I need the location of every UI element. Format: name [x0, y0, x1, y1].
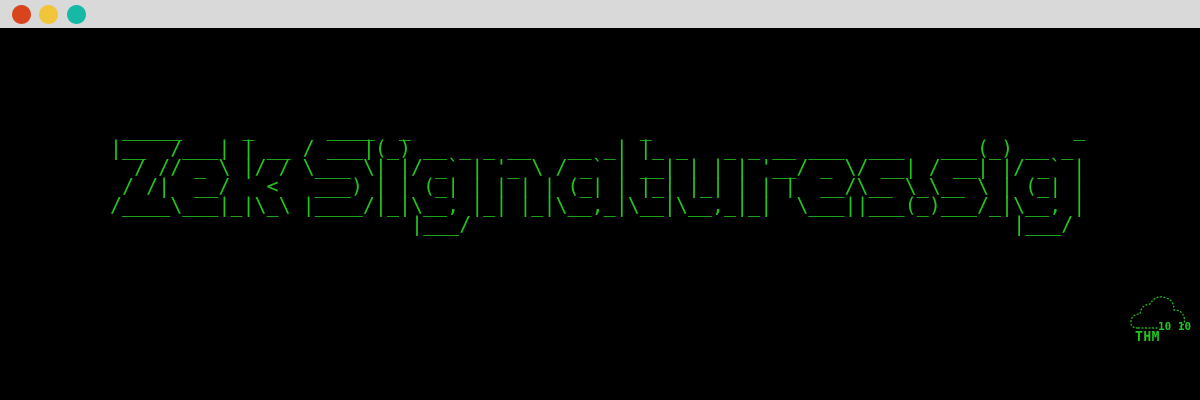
ascii-banner: _____ _ ____ _ _ _ |__ /___| | __ / ___|… [110, 117, 1086, 236]
close-button[interactable] [12, 5, 31, 24]
maximize-button[interactable] [67, 5, 86, 24]
logo-binary: 10 10 [1158, 320, 1191, 333]
logo-label: THM [1135, 330, 1160, 345]
title-bar [0, 0, 1200, 28]
minimize-button[interactable] [39, 5, 58, 24]
terminal-window: _____ _ ____ _ _ _ |__ /___| | __ / ___|… [0, 0, 1200, 400]
